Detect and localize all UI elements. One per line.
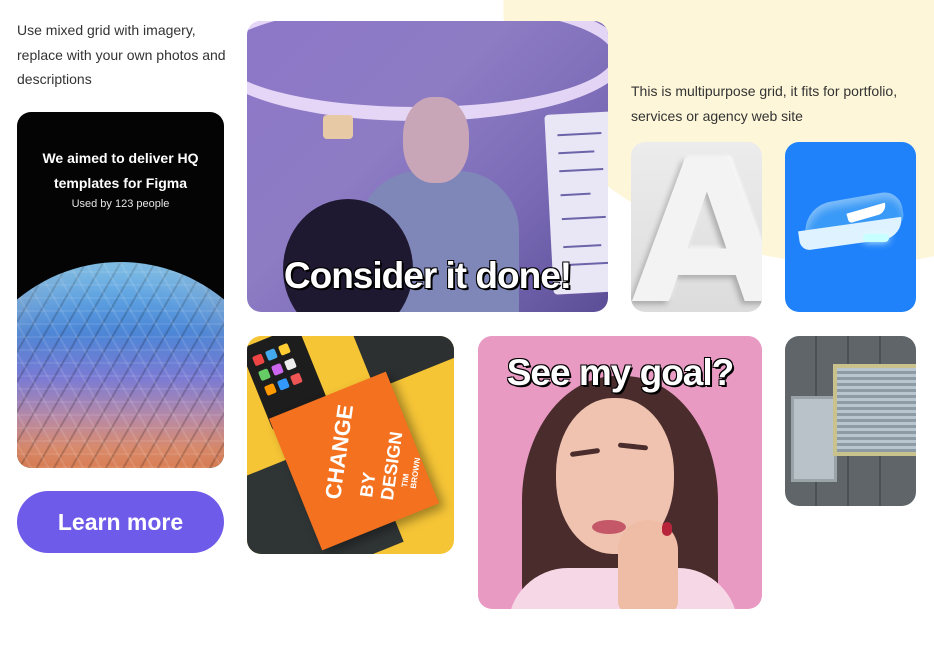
intro-text-left: Use mixed grid with imagery, replace wit… [17,22,226,87]
woman-nail [662,522,672,536]
building-facade-card [785,336,916,506]
presenter-head [403,97,469,183]
window-lower [791,396,837,482]
presenter-overlay-text: Consider it done! [283,255,572,296]
intro-text-right: This is multipurpose grid, it fits for p… [631,83,898,124]
book-title-line1: CHANGE [320,402,359,501]
book-title-line2: BY DESIGN [356,430,407,502]
book-author: TIM BROWN [399,457,423,490]
letter-a-image: A [631,142,762,312]
presenter-photo-card: Consider it done! [247,21,608,312]
goal-overlay-text: See my goal? [506,352,735,393]
book-photo-card: CHANGE BY DESIGN TIM BROWN [247,336,454,554]
sneaker-card [785,142,916,312]
wall-lamp [323,115,353,139]
woman-lips [592,520,626,534]
sneaker-air-glow [863,234,889,242]
promo-card-subtitle: Used by 123 people [71,198,170,210]
promo-card: We aimed to deliver HQ templates for Fig… [17,112,224,468]
window-upper [833,364,916,456]
geodesic-dome-image [17,262,224,468]
goal-photo-card: See my goal? [478,336,762,609]
letter-a-card: A [631,142,762,312]
promo-card-title: We aimed to deliver HQ templates for Fig… [42,150,199,191]
learn-more-button[interactable]: Learn more [17,491,224,553]
